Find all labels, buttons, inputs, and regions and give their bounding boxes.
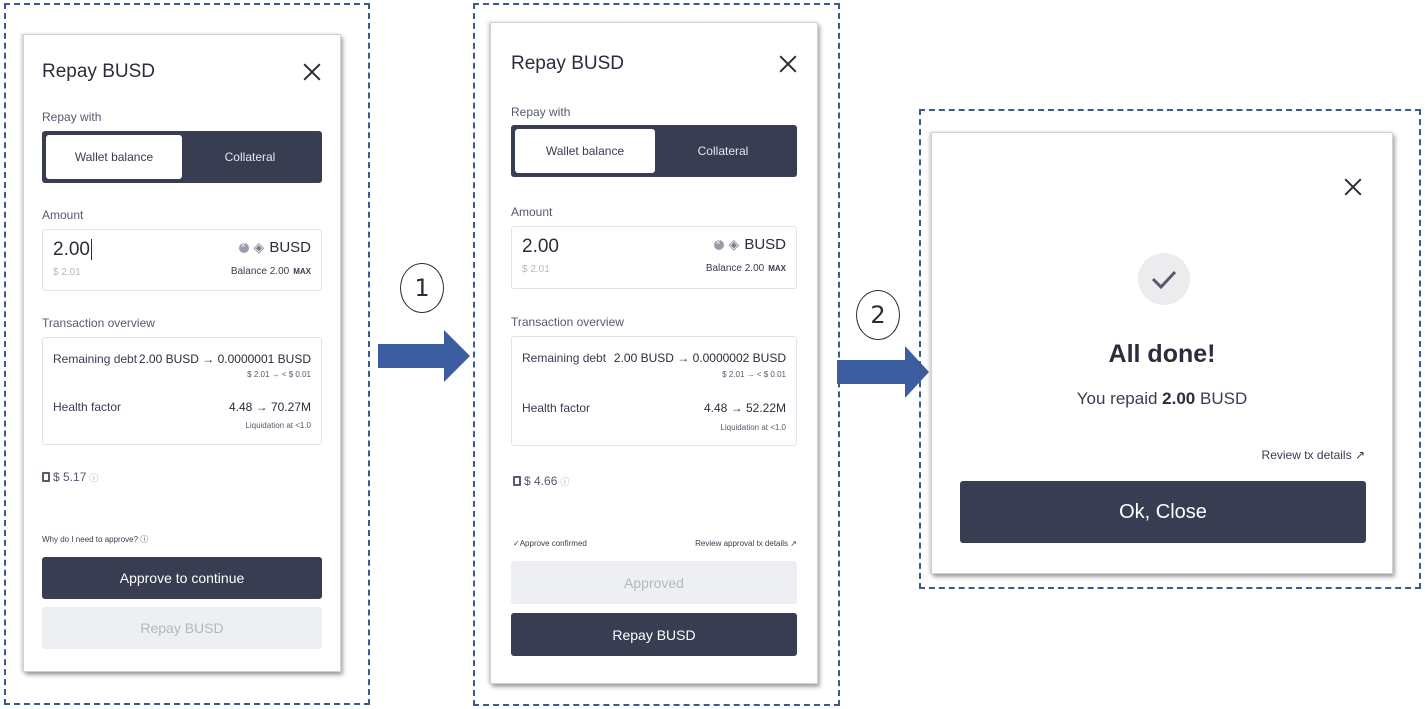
repay-modal-step1: Repay BUSD Repay with Wallet balance Col… bbox=[23, 34, 341, 672]
repay-source-toggle: Wallet balance Collateral bbox=[42, 131, 322, 183]
info-icon[interactable]: ⓘ bbox=[89, 471, 98, 484]
repay-source-toggle: Wallet balance Collateral bbox=[511, 125, 797, 177]
approved-button[interactable]: Approved bbox=[511, 561, 797, 604]
health-factor-label: Health factor bbox=[522, 401, 591, 415]
info-icon[interactable]: ⓘ bbox=[560, 475, 569, 488]
repay-modal-step2: Repay BUSD Repay with Wallet balance Col… bbox=[490, 22, 818, 684]
close-icon[interactable] bbox=[1343, 177, 1365, 199]
tab-collateral[interactable]: Collateral bbox=[182, 135, 318, 179]
repaid-asset: BUSD bbox=[1200, 389, 1248, 408]
modal-title: Repay BUSD bbox=[42, 61, 155, 82]
remaining-debt-value: 2.00 BUSD → 0.0000002 BUSD bbox=[613, 351, 786, 365]
gas-cost: $ 5.17 bbox=[53, 470, 87, 484]
remaining-debt-usd: $ 2.01 → < $ 0.01 bbox=[247, 370, 311, 379]
amount-value: 2.00 bbox=[53, 239, 90, 260]
approve-button[interactable]: Approve to continue bbox=[42, 557, 322, 599]
overview-label: Transaction overview bbox=[511, 315, 624, 329]
amount-label: Amount bbox=[42, 208, 84, 222]
liquidation-note: Liquidation at <1.0 bbox=[245, 421, 311, 430]
ok-close-button[interactable]: Ok, Close bbox=[960, 481, 1366, 543]
remaining-debt-usd: $ 2.01 → < $ 0.01 bbox=[722, 370, 786, 379]
gas-estimate: $ 5.17 ⓘ bbox=[42, 470, 98, 484]
balance-text: Balance 2.00 bbox=[230, 266, 290, 277]
tab-wallet-balance[interactable]: Wallet balance bbox=[515, 129, 655, 173]
transaction-overview: Remaining debt 2.00 BUSD → 0.0000002 BUS… bbox=[511, 336, 797, 446]
transaction-overview: Remaining debt 2.00 BUSD → 0.0000001 BUS… bbox=[42, 337, 322, 445]
amount-usd: $ 2.01 bbox=[53, 267, 81, 278]
approve-question-text: Why do I need to approve? bbox=[42, 535, 139, 544]
modal-title: Repay BUSD bbox=[511, 53, 624, 74]
remaining-debt-value: 2.00 BUSD → 0.0000001 BUSD bbox=[138, 352, 311, 366]
amount-label: Amount bbox=[511, 205, 553, 219]
repaid-amount: 2.00 bbox=[1162, 389, 1196, 408]
review-approval-text: Review approval tx details bbox=[695, 539, 789, 548]
step-2-marker: 2 bbox=[856, 290, 900, 340]
amount-input-box[interactable]: 2.00 $ 2.01 ◈ BUSD Balance 2.00MAX bbox=[42, 229, 322, 291]
review-tx-link[interactable]: Review tx details ↗ bbox=[1262, 448, 1365, 462]
busd-logo-icon: ◈ bbox=[253, 239, 265, 255]
tab-wallet-balance[interactable]: Wallet balance bbox=[46, 135, 182, 179]
health-factor-value: 4.48 → 70.27M bbox=[228, 400, 311, 414]
repaid-summary: You repaid 2.00 BUSD bbox=[932, 389, 1392, 409]
arrow-right-icon bbox=[837, 346, 929, 398]
gas-estimate: $ 4.66 ⓘ bbox=[513, 474, 569, 488]
remaining-debt-label: Remaining debt bbox=[53, 352, 138, 366]
clear-icon[interactable] bbox=[238, 240, 249, 253]
success-modal: All done! You repaid 2.00 BUSD Review tx… bbox=[931, 132, 1393, 574]
close-icon[interactable] bbox=[778, 54, 798, 74]
health-factor-value: 4.48 → 52.22M bbox=[703, 401, 786, 415]
balance-text: Balance 2.00 bbox=[705, 263, 765, 274]
amount-input[interactable]: 2.00 bbox=[53, 239, 92, 261]
step-1-marker: 1 bbox=[400, 263, 444, 313]
asset-selector: ◈ BUSD bbox=[713, 236, 786, 253]
balance: Balance 2.00 MAX bbox=[231, 266, 311, 277]
success-check-icon bbox=[1138, 253, 1190, 305]
approve-question[interactable]: Why do I need to approve? ⓘ bbox=[42, 534, 148, 545]
external-link-icon: ↗ bbox=[790, 539, 797, 548]
overview-label: Transaction overview bbox=[42, 316, 155, 330]
gas-pump-icon bbox=[42, 472, 50, 482]
liquidation-note: Liquidation at <1.0 bbox=[720, 423, 786, 432]
balance: Balance 2.00 MAX bbox=[706, 263, 786, 274]
repay-button[interactable]: Repay BUSD bbox=[511, 613, 797, 656]
clear-icon[interactable] bbox=[713, 237, 724, 250]
info-icon: ⓘ bbox=[140, 535, 149, 544]
tab-collateral[interactable]: Collateral bbox=[653, 129, 793, 173]
remaining-debt-label: Remaining debt bbox=[522, 351, 607, 365]
approve-confirmed: ✓Approve confirmed bbox=[513, 539, 587, 548]
amount-input-box[interactable]: 2.00 $ 2.01 ◈ BUSD Balance 2.00MAX bbox=[511, 226, 797, 289]
review-approval-link[interactable]: Review approval tx details ↗ bbox=[695, 539, 797, 548]
max-button[interactable]: MAX bbox=[293, 267, 311, 276]
asset-symbol: BUSD bbox=[269, 239, 311, 256]
external-link-icon: ↗ bbox=[1354, 448, 1365, 462]
busd-logo-icon: ◈ bbox=[728, 236, 740, 252]
repay-with-label: Repay with bbox=[511, 105, 571, 119]
arrow-right-icon bbox=[378, 330, 470, 382]
amount-input[interactable]: 2.00 bbox=[522, 236, 559, 258]
repaid-prefix: You repaid bbox=[1076, 389, 1158, 408]
success-heading: All done! bbox=[1108, 340, 1216, 368]
review-tx-text: Review tx details bbox=[1261, 448, 1352, 462]
repay-with-label: Repay with bbox=[42, 110, 102, 124]
repay-button[interactable]: Repay BUSD bbox=[42, 607, 322, 649]
asset-symbol: BUSD bbox=[744, 236, 786, 253]
close-icon[interactable] bbox=[302, 62, 322, 82]
asset-selector: ◈ BUSD bbox=[238, 239, 311, 256]
gas-cost: $ 4.66 bbox=[524, 474, 558, 488]
health-factor-label: Health factor bbox=[53, 400, 122, 414]
gas-pump-icon bbox=[513, 476, 521, 486]
amount-usd: $ 2.01 bbox=[522, 264, 550, 275]
max-button[interactable]: MAX bbox=[768, 264, 786, 273]
